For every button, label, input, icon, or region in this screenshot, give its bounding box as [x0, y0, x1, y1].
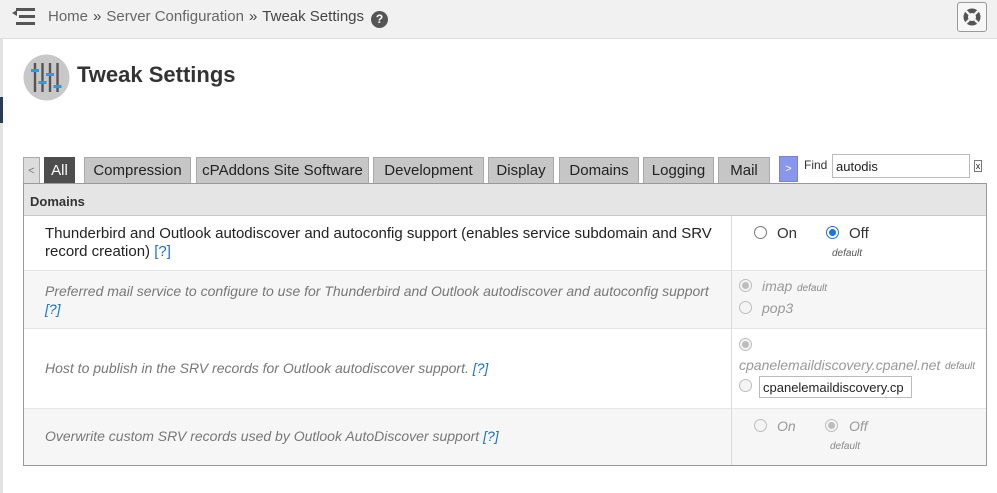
off-radio[interactable]	[826, 226, 839, 239]
tab-display[interactable]: Display	[488, 157, 554, 183]
setting-label-text: Preferred mail service to configure to u…	[45, 283, 709, 299]
setting-help-link[interactable]: [?]	[45, 301, 61, 317]
column-divider	[731, 216, 732, 465]
settings-panel: Domains Thunderbird and Outlook autodisc…	[23, 183, 987, 466]
off-option-label: Off	[849, 418, 868, 434]
panel-heading: Domains	[24, 184, 986, 216]
left-edge-marker	[0, 97, 3, 123]
setting-help-link[interactable]: [?]	[483, 428, 499, 444]
off-radio[interactable]	[825, 419, 838, 432]
hamburger-menu-icon[interactable]	[10, 6, 36, 28]
imap-option-label: imap	[762, 278, 793, 294]
setting-row-preferred-mail-service: Preferred mail service to configure to u…	[24, 271, 986, 329]
setting-label-text: Overwrite custom SRV records used by Out…	[45, 428, 480, 444]
setting-label: Thunderbird and Outlook autodiscover and…	[45, 225, 720, 261]
top-bar: Home» Server Configuration» Tweak Settings…	[0, 0, 997, 39]
setting-label-text: Host to publish in the SRV records for O…	[45, 360, 469, 376]
custom-host-input[interactable]	[759, 376, 912, 398]
tab-mail[interactable]: Mail	[718, 157, 770, 183]
default-note: default	[945, 361, 976, 372]
find-input[interactable]	[832, 154, 970, 178]
tab-compression[interactable]: Compression	[84, 157, 191, 183]
off-option-label: Off	[849, 225, 869, 242]
custom-host-radio[interactable]	[739, 379, 752, 392]
setting-label: Overwrite custom SRV records used by Out…	[45, 427, 720, 445]
setting-label-text: Thunderbird and Outlook autodiscover and…	[45, 225, 712, 260]
pop3-option-label: pop3	[762, 300, 794, 316]
breadcrumb: Home» Server Configuration» Tweak Settings…	[48, 8, 388, 28]
lifebuoy-icon[interactable]	[957, 2, 987, 32]
default-host-label: cpanelemaildiscovery.cpanel.net	[739, 357, 941, 373]
tab-scroll-next-button[interactable]: >	[779, 156, 798, 182]
default-host-radio[interactable]	[739, 338, 752, 351]
imap-radio[interactable]	[739, 279, 752, 292]
tab-cpaddons-site-software[interactable]: cPAddons Site Software	[196, 157, 369, 183]
setting-row-autodiscover-support: Thunderbird and Outlook autodiscover and…	[24, 216, 986, 271]
setting-row-overwrite-srv-records: Overwrite custom SRV records used by Out…	[24, 409, 986, 465]
setting-help-link[interactable]: [?]	[473, 360, 489, 376]
setting-help-link[interactable]: [?]	[154, 243, 171, 260]
find-label: Find	[804, 158, 828, 172]
setting-label: Host to publish in the SRV records for O…	[45, 359, 720, 377]
clear-search-button[interactable]: x	[974, 160, 982, 172]
on-radio[interactable]	[754, 226, 767, 239]
tab-domains[interactable]: Domains	[559, 157, 639, 183]
default-note: default	[832, 248, 863, 259]
breadcrumb-separator: »	[248, 8, 258, 25]
setting-label: Preferred mail service to configure to u…	[45, 282, 720, 318]
on-radio[interactable]	[754, 419, 767, 432]
on-option-label: On	[777, 418, 796, 434]
setting-row-srv-host: Host to publish in the SRV records for O…	[24, 329, 986, 409]
sliders-icon	[23, 54, 70, 101]
default-note: default	[830, 441, 861, 452]
breadcrumb-separator: »	[93, 8, 102, 25]
pop3-radio[interactable]	[739, 301, 752, 314]
tab-development[interactable]: Development	[373, 157, 484, 183]
breadcrumb-home-link[interactable]: Home	[48, 8, 88, 25]
tab-all[interactable]: All	[44, 157, 75, 183]
breadcrumb-current: Tweak Settings	[262, 8, 364, 25]
breadcrumb-server-configuration-link[interactable]: Server Configuration	[106, 8, 244, 25]
tab-logging[interactable]: Logging	[643, 157, 714, 183]
default-note: default	[797, 283, 828, 294]
on-option-label: On	[777, 225, 798, 242]
question-circle-icon[interactable]: ?	[371, 11, 388, 28]
page-title: Tweak Settings	[77, 62, 236, 87]
tab-scroll-prev-button[interactable]: <	[23, 157, 40, 183]
